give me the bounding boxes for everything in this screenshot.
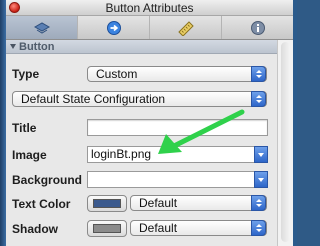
inspector-panel: Button Attributes Button Type Custom Def…: [6, 0, 293, 246]
annotation-arrow-icon: [158, 109, 245, 154]
background-window-edge-right: [293, 0, 297, 246]
